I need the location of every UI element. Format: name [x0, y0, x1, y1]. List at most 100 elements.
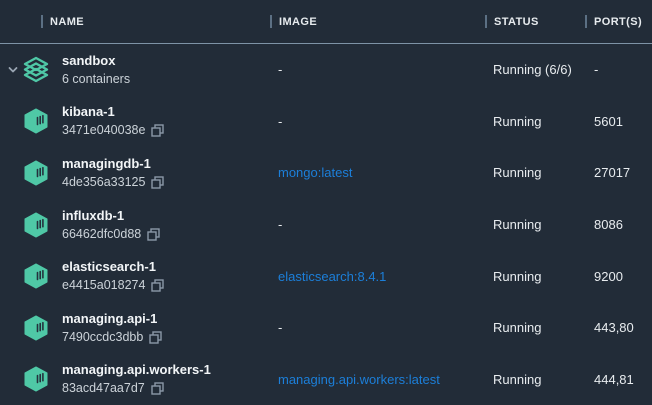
status-cell: Running — [485, 320, 585, 335]
container-id: 66462dfc0d88 — [62, 225, 141, 244]
image-cell: - — [270, 320, 485, 335]
row-type-icon — [22, 365, 50, 393]
column-separator — [585, 15, 587, 28]
copy-id-button[interactable] — [151, 382, 164, 395]
table-row[interactable]: managing.api.workers-1 83acd47aa7d7 mana… — [0, 353, 652, 405]
column-header-label: NAME — [50, 16, 84, 28]
status-cell: Running — [485, 269, 585, 284]
chevron-down-icon — [7, 64, 19, 76]
column-header-label: STATUS — [494, 16, 539, 28]
name-cell: sandbox 6 containers — [0, 51, 270, 89]
container-id: e4415a018274 — [62, 276, 145, 295]
container-cube-icon — [23, 211, 49, 239]
containers-table: NAME IMAGE STATUS PORT(S) — [0, 0, 652, 405]
status-cell: Running — [485, 114, 585, 129]
column-separator — [485, 15, 487, 28]
image-cell: - — [270, 114, 485, 129]
container-subline: e4415a018274 — [62, 276, 164, 295]
expand-toggle[interactable] — [4, 219, 22, 231]
column-header-status: STATUS — [485, 15, 585, 28]
name-cell: influxdb-1 66462dfc0d88 — [0, 206, 270, 244]
column-header-label: IMAGE — [279, 16, 317, 28]
table-row[interactable]: sandbox 6 containers - Running (6/6) - — [0, 44, 652, 96]
ports-cell: 8086 — [585, 217, 652, 232]
image-link[interactable]: mongo:latest — [270, 165, 485, 180]
container-name: elasticsearch-1 — [62, 257, 164, 276]
name-cell: managing.api-1 7490ccdc3dbb — [0, 309, 270, 347]
table-row[interactable]: managing.api-1 7490ccdc3dbb - Running 44… — [0, 302, 652, 354]
copy-id-button[interactable] — [149, 331, 162, 344]
container-name: influxdb-1 — [62, 206, 160, 225]
container-subline: 4de356a33125 — [62, 173, 164, 192]
status-cell: Running — [485, 217, 585, 232]
table-row[interactable]: influxdb-1 66462dfc0d88 - Running 8086 — [0, 199, 652, 251]
ports-cell: 27017 — [585, 165, 652, 180]
expand-toggle[interactable] — [4, 270, 22, 282]
status-cell: Running — [485, 372, 585, 387]
table-row[interactable]: elasticsearch-1 e4415a018274 elasticsear… — [0, 250, 652, 302]
row-type-icon — [22, 262, 50, 290]
name-text-block: managing.api.workers-1 83acd47aa7d7 — [62, 360, 211, 398]
ports-cell: 444,81 — [585, 372, 652, 387]
ports-cell: - — [585, 62, 652, 77]
ports-cell: 5601 — [585, 114, 652, 129]
expand-toggle[interactable] — [4, 373, 22, 385]
status-cell: Running — [485, 165, 585, 180]
container-id: 7490ccdc3dbb — [62, 328, 143, 347]
container-cube-icon — [23, 159, 49, 187]
ports-cell: 443,80 — [585, 320, 652, 335]
container-subline: 3471e040038e — [62, 121, 164, 140]
container-id: 4de356a33125 — [62, 173, 145, 192]
container-name: managing.api-1 — [62, 309, 162, 328]
copy-id-button[interactable] — [151, 279, 164, 292]
column-header-label: PORT(S) — [594, 16, 642, 28]
column-separator — [41, 15, 43, 28]
copy-id-button[interactable] — [151, 124, 164, 137]
copy-icon — [151, 124, 164, 137]
name-cell: kibana-1 3471e040038e — [0, 102, 270, 140]
image-cell: - — [270, 62, 485, 77]
name-text-block: kibana-1 3471e040038e — [62, 102, 164, 140]
row-type-icon — [22, 159, 50, 187]
copy-id-button[interactable] — [151, 176, 164, 189]
container-subline: 7490ccdc3dbb — [62, 328, 162, 347]
image-cell: - — [270, 217, 485, 232]
row-type-icon — [22, 211, 50, 239]
image-link[interactable]: elasticsearch:8.4.1 — [270, 269, 485, 284]
container-id: 3471e040038e — [62, 121, 145, 140]
container-id: 6 containers — [62, 70, 130, 89]
container-subline: 66462dfc0d88 — [62, 225, 160, 244]
copy-id-button[interactable] — [147, 228, 160, 241]
copy-icon — [149, 331, 162, 344]
compose-stack-layers-icon — [22, 55, 50, 85]
name-text-block: influxdb-1 66462dfc0d88 — [62, 206, 160, 244]
container-cube-icon — [23, 314, 49, 342]
table-body: sandbox 6 containers - Running (6/6) - — [0, 44, 652, 405]
table-row[interactable]: kibana-1 3471e040038e - Running 5601 — [0, 96, 652, 148]
image-link[interactable]: managing.api.workers:latest — [270, 372, 485, 387]
name-text-block: sandbox 6 containers — [62, 51, 130, 89]
expand-toggle[interactable] — [4, 115, 22, 127]
expand-toggle[interactable] — [4, 322, 22, 334]
table-header-row: NAME IMAGE STATUS PORT(S) — [0, 0, 652, 44]
table-row[interactable]: managingdb-1 4de356a33125 mongo:latest R… — [0, 147, 652, 199]
row-type-icon — [22, 55, 50, 85]
container-cube-icon — [23, 365, 49, 393]
copy-icon — [151, 279, 164, 292]
column-header-name: NAME — [0, 15, 270, 28]
name-cell: managingdb-1 4de356a33125 — [0, 154, 270, 192]
container-cube-icon — [23, 107, 49, 135]
expand-toggle[interactable] — [4, 167, 22, 179]
container-subline: 83acd47aa7d7 — [62, 379, 211, 398]
container-cube-icon — [23, 262, 49, 290]
name-cell: elasticsearch-1 e4415a018274 — [0, 257, 270, 295]
copy-icon — [151, 176, 164, 189]
name-text-block: elasticsearch-1 e4415a018274 — [62, 257, 164, 295]
container-name: sandbox — [62, 51, 130, 70]
ports-cell: 9200 — [585, 269, 652, 284]
status-cell: Running (6/6) — [485, 62, 585, 77]
expand-toggle[interactable] — [4, 64, 22, 76]
copy-icon — [147, 228, 160, 241]
name-text-block: managingdb-1 4de356a33125 — [62, 154, 164, 192]
container-subline: 6 containers — [62, 70, 130, 89]
